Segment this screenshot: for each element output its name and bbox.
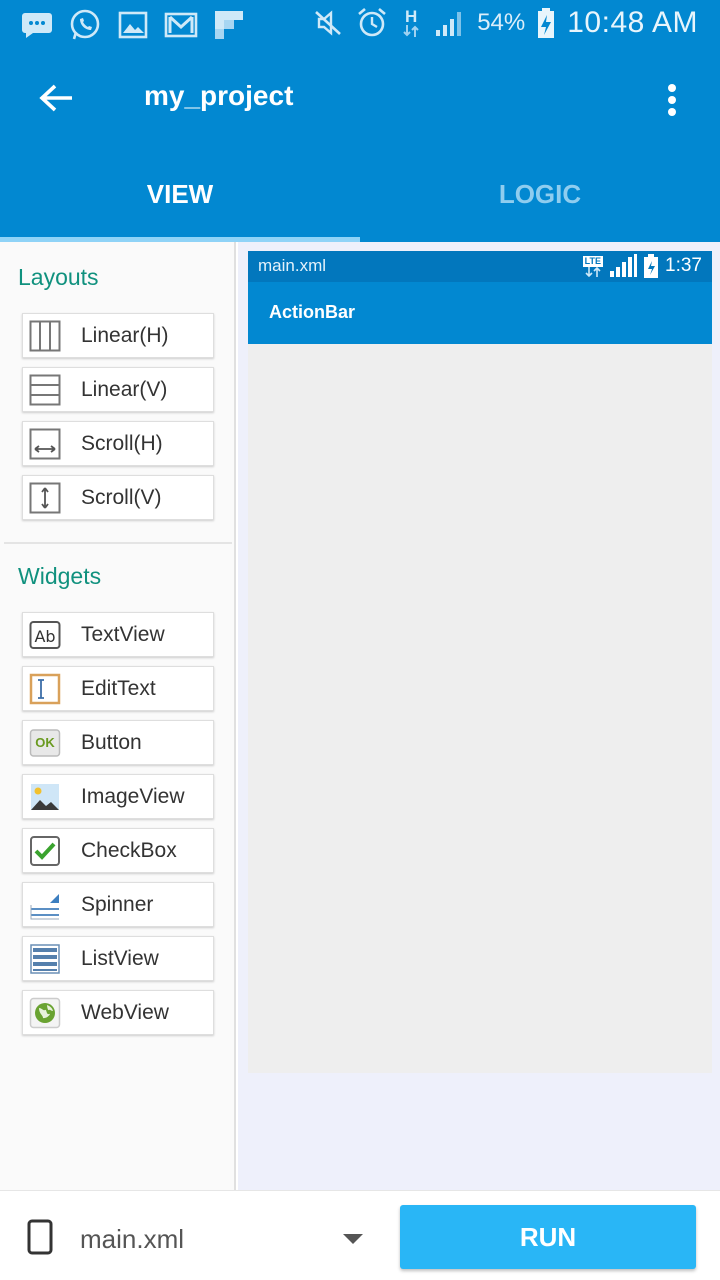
back-arrow-icon bbox=[39, 84, 72, 112]
palette-item-label: WebView bbox=[81, 1000, 169, 1024]
webview-icon bbox=[29, 997, 61, 1029]
preview-action-bar: ActionBar bbox=[248, 282, 712, 344]
more-vert-icon bbox=[668, 84, 676, 116]
linear-vertical-icon bbox=[29, 374, 61, 406]
preview-clock: 1:37 bbox=[665, 255, 702, 276]
back-button[interactable] bbox=[30, 72, 82, 124]
palette-item-label: CheckBox bbox=[81, 838, 177, 862]
battery-charging-icon bbox=[535, 6, 557, 40]
tab-logic-label: LOGIC bbox=[498, 178, 582, 209]
tab-bar: VIEW LOGIC bbox=[0, 146, 720, 242]
palette-item-label: ImageView bbox=[81, 784, 185, 808]
palette-item-webview[interactable]: WebView bbox=[22, 990, 214, 1035]
phone-preview[interactable]: main.xml LTE 1:37 ActionBar bbox=[248, 251, 712, 1073]
signal-icon bbox=[433, 6, 467, 40]
notification-icons bbox=[20, 8, 246, 42]
button-icon: OK bbox=[29, 727, 61, 759]
clock: 10:48 AM bbox=[567, 6, 698, 39]
palette-item-checkbox[interactable]: CheckBox bbox=[22, 828, 214, 873]
file-selector-label[interactable]: main.xml bbox=[80, 1224, 184, 1255]
layouts-section-title: Layouts bbox=[18, 264, 99, 290]
network-h-icon: H bbox=[399, 6, 423, 40]
system-status: H 54% 10:48 AM bbox=[311, 6, 698, 40]
palette-item-spinner[interactable]: Spinner bbox=[22, 882, 214, 927]
status-bar: H 54% 10:48 AM bbox=[0, 0, 720, 50]
widget-palette[interactable]: Layouts Linear(H) Linear(V) Scroll(H) Sc… bbox=[0, 242, 236, 1190]
svg-text:Ab: Ab bbox=[34, 627, 55, 646]
palette-item-label: Linear(V) bbox=[81, 377, 168, 401]
palette-item-label: Scroll(H) bbox=[81, 431, 163, 455]
linear-horizontal-icon bbox=[29, 320, 61, 352]
overflow-menu-button[interactable] bbox=[652, 76, 692, 124]
palette-item-button[interactable]: OK Button bbox=[22, 720, 214, 765]
battery-percent: 54% bbox=[477, 9, 526, 36]
palette-item-scroll-v[interactable]: Scroll(V) bbox=[22, 475, 214, 520]
gmail-icon bbox=[164, 8, 198, 42]
flipboard-icon bbox=[212, 8, 246, 42]
palette-item-label: Button bbox=[81, 730, 142, 754]
file-dropdown-button[interactable] bbox=[338, 1229, 368, 1249]
tab-logic[interactable]: LOGIC bbox=[360, 146, 720, 242]
scroll-vertical-icon bbox=[29, 482, 61, 514]
phone-device-icon bbox=[27, 1219, 53, 1255]
palette-item-textview[interactable]: Ab TextView bbox=[22, 612, 214, 657]
project-title: my_project bbox=[144, 80, 294, 111]
preview-file-name: main.xml bbox=[258, 256, 327, 275]
palette-item-label: Spinner bbox=[81, 892, 154, 916]
layout-preview-area: main.xml LTE 1:37 ActionBar bbox=[238, 242, 720, 1190]
button-icon-text: OK bbox=[35, 735, 55, 750]
textview-icon: Ab bbox=[29, 619, 61, 651]
section-divider bbox=[4, 542, 232, 544]
palette-item-edittext[interactable]: EditText bbox=[22, 666, 214, 711]
listview-icon bbox=[29, 943, 61, 975]
palette-item-linear-v[interactable]: Linear(V) bbox=[22, 367, 214, 412]
palette-item-label: ListView bbox=[81, 946, 159, 970]
edittext-icon bbox=[29, 673, 61, 705]
palette-item-label: Linear(H) bbox=[81, 323, 169, 347]
palette-item-label: Scroll(V) bbox=[81, 485, 162, 509]
app-bar: my_project bbox=[0, 50, 720, 146]
tab-view[interactable]: VIEW bbox=[0, 146, 360, 242]
imageview-icon bbox=[29, 781, 61, 813]
lte-label: LTE bbox=[582, 255, 604, 267]
preview-battery-icon bbox=[644, 254, 659, 278]
messaging-icon bbox=[20, 8, 54, 42]
mute-icon bbox=[311, 6, 345, 40]
preview-status-icons: LTE 1:37 bbox=[582, 254, 702, 278]
palette-item-label: TextView bbox=[81, 622, 165, 646]
bottom-bar: main.xml RUN bbox=[0, 1190, 720, 1280]
scroll-horizontal-icon bbox=[29, 428, 61, 460]
palette-item-listview[interactable]: ListView bbox=[22, 936, 214, 981]
tab-view-label: VIEW bbox=[146, 178, 214, 209]
dropdown-arrow-icon bbox=[343, 1234, 363, 1244]
palette-item-scroll-h[interactable]: Scroll(H) bbox=[22, 421, 214, 466]
lte-icon: LTE bbox=[582, 255, 604, 277]
gallery-icon bbox=[116, 8, 150, 42]
spinner-icon bbox=[29, 889, 61, 921]
run-button[interactable]: RUN bbox=[400, 1205, 696, 1269]
palette-item-label: EditText bbox=[81, 676, 156, 700]
widgets-section-title: Widgets bbox=[18, 563, 102, 589]
palette-item-imageview[interactable]: ImageView bbox=[22, 774, 214, 819]
alarm-icon bbox=[355, 6, 389, 40]
palette-item-linear-h[interactable]: Linear(H) bbox=[22, 313, 214, 358]
checkbox-icon bbox=[29, 835, 61, 867]
preview-status-bar: main.xml LTE 1:37 bbox=[248, 251, 712, 282]
preview-signal-icon bbox=[610, 254, 638, 277]
whatsapp-icon bbox=[68, 8, 102, 42]
preview-action-bar-title: ActionBar bbox=[269, 302, 356, 322]
network-type-label: H bbox=[405, 7, 418, 26]
